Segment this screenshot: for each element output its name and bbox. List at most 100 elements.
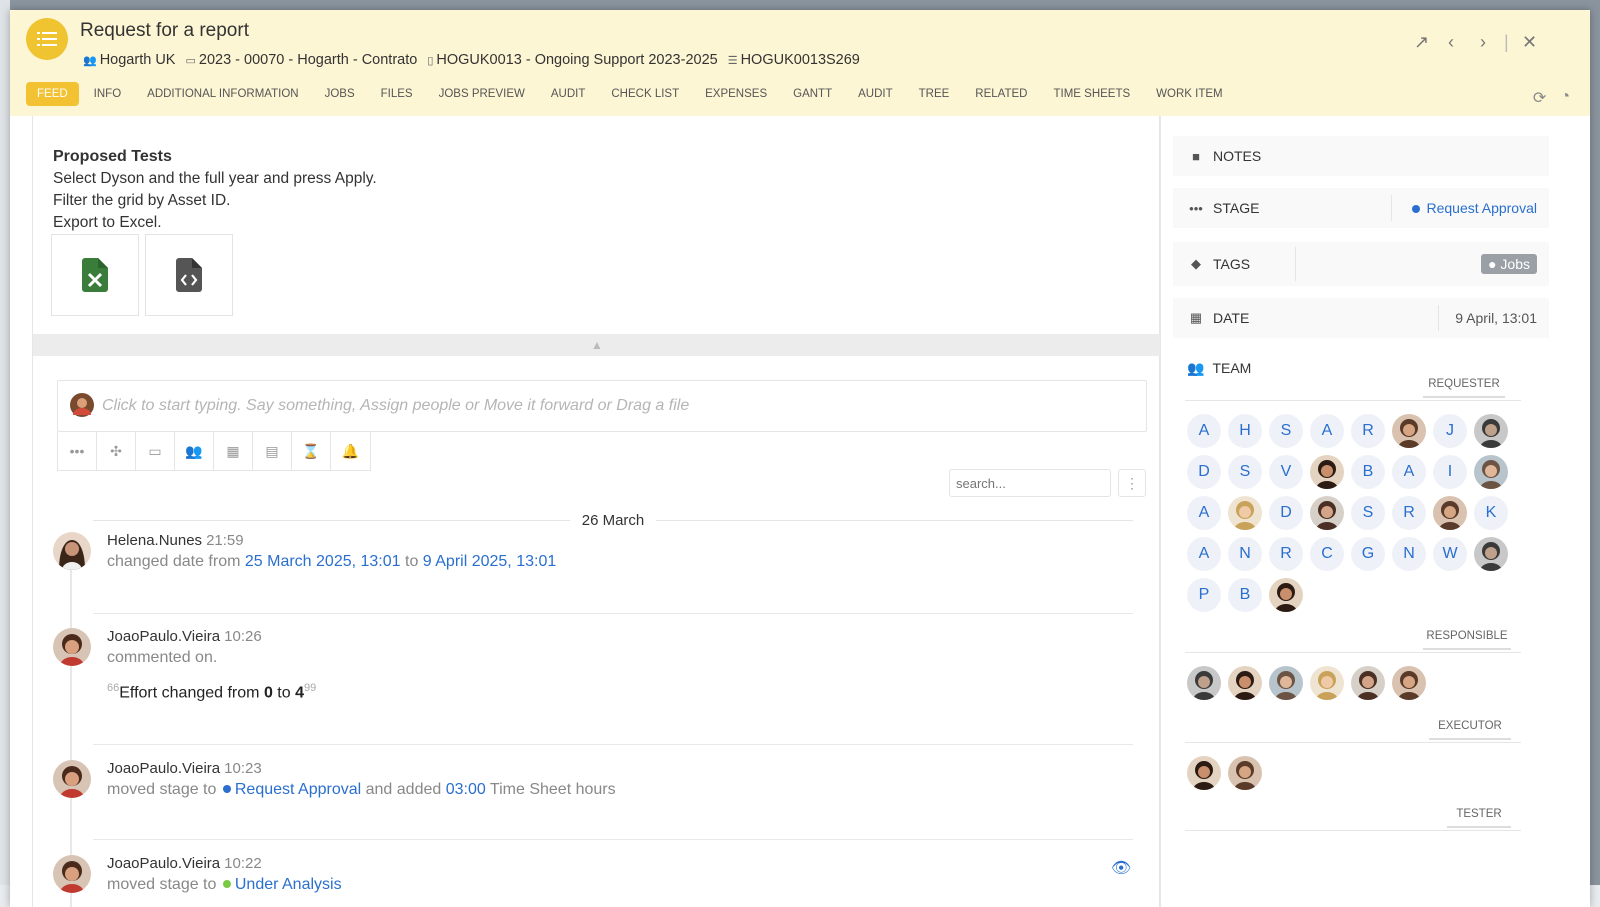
id-card-icon[interactable]: ▤ — [253, 432, 292, 470]
team-member-initial[interactable]: H — [1228, 414, 1262, 448]
refresh-icon[interactable]: ⟳ — [1533, 88, 1546, 108]
team-member-initial[interactable]: D — [1187, 455, 1221, 489]
tab-additional-information[interactable]: ADDITIONAL INFORMATION — [136, 82, 309, 106]
tag-badge[interactable]: ● Jobs — [1481, 254, 1537, 274]
breadcrumb-contract[interactable]: ▭ 2023 - 00070 - Hogarth - Contrato — [185, 52, 417, 68]
attachment-excel[interactable] — [51, 234, 139, 316]
tab-feed[interactable]: FEED — [26, 82, 79, 106]
tab-info[interactable]: INFO — [83, 82, 132, 106]
hourglass-icon[interactable]: ⌛ — [292, 432, 331, 470]
avatar[interactable] — [1228, 666, 1262, 700]
tab-gantt[interactable]: GANTT — [782, 82, 843, 106]
role-tester[interactable]: TESTER — [1447, 808, 1511, 828]
open-external-icon[interactable]: ↗ — [1414, 32, 1429, 53]
team-member-initial[interactable]: W — [1433, 537, 1467, 571]
date-from-link[interactable]: 25 March 2025, 13:01 — [245, 553, 401, 570]
tab-time-sheets[interactable]: TIME SHEETS — [1042, 82, 1141, 106]
feed-search-input[interactable] — [949, 469, 1111, 497]
people-icon[interactable]: 👥 — [175, 432, 214, 470]
team-member-initial[interactable]: D — [1269, 496, 1303, 530]
close-icon[interactable]: ✕ — [1522, 32, 1537, 53]
avatar[interactable] — [1228, 496, 1262, 530]
entry-user[interactable]: JoaoPaulo.Vieira — [107, 628, 220, 645]
team-member-initial[interactable]: R — [1351, 414, 1385, 448]
eye-icon[interactable]: 👁 — [1111, 858, 1131, 878]
date-value[interactable]: 9 April, 13:01 — [1455, 310, 1537, 326]
team-member-initial[interactable]: K — [1474, 496, 1508, 530]
team-member-initial[interactable]: A — [1187, 537, 1221, 571]
chart-pie-icon[interactable]: ◔ — [1560, 88, 1570, 108]
tab-audit[interactable]: AUDIT — [540, 82, 597, 106]
avatar[interactable] — [1474, 455, 1508, 489]
hours-link[interactable]: 03:00 — [446, 781, 486, 798]
avatar[interactable] — [1310, 455, 1344, 489]
team-member-initial[interactable]: V — [1269, 455, 1303, 489]
bell-icon[interactable]: 🔔 — [331, 432, 370, 470]
entry-user[interactable]: JoaoPaulo.Vieira — [107, 855, 220, 872]
team-member-initial[interactable]: A — [1187, 496, 1221, 530]
stage-value[interactable]: Request Approval — [1412, 200, 1537, 216]
team-member-initial[interactable]: B — [1228, 578, 1262, 612]
entry-user[interactable]: JoaoPaulo.Vieira — [107, 760, 220, 777]
team-member-initial[interactable]: G — [1351, 537, 1385, 571]
calendar-icon[interactable]: ▦ — [214, 432, 253, 470]
team-member-initial[interactable]: A — [1392, 455, 1426, 489]
tab-check-list[interactable]: CHECK LIST — [600, 82, 690, 106]
avatar[interactable] — [1392, 414, 1426, 448]
avatar[interactable] — [1269, 666, 1303, 700]
previous-icon[interactable]: ‹ — [1448, 32, 1454, 53]
attachment-code[interactable] — [145, 234, 233, 316]
team-member-initial[interactable]: R — [1269, 537, 1303, 571]
comment-composer[interactable]: Click to start typing. Say something, As… — [57, 380, 1147, 432]
feed-options-icon[interactable]: ⋮ — [1118, 469, 1146, 497]
notes-section[interactable]: ■ NOTES — [1173, 136, 1549, 176]
breadcrumb-client[interactable]: 👥 Hogarth UK — [83, 52, 175, 68]
team-member-initial[interactable]: S — [1228, 455, 1262, 489]
avatar[interactable] — [1474, 537, 1508, 571]
role-requester[interactable]: REQUESTER — [1423, 378, 1505, 398]
tab-jobs[interactable]: JOBS — [314, 82, 366, 106]
team-member-initial[interactable]: N — [1228, 537, 1262, 571]
team-member-initial[interactable]: B — [1351, 455, 1385, 489]
tab-files[interactable]: FILES — [370, 82, 424, 106]
tab-work-item[interactable]: WORK ITEM — [1145, 82, 1233, 106]
avatar[interactable] — [1310, 496, 1344, 530]
avatar[interactable] — [1351, 666, 1385, 700]
team-member-initial[interactable]: A — [1187, 414, 1221, 448]
role-executor[interactable]: EXECUTOR — [1429, 720, 1511, 740]
breadcrumb-project[interactable]: ▯ HOGUK0013 - Ongoing Support 2023-2025 — [427, 52, 717, 68]
team-member-initial[interactable]: S — [1351, 496, 1385, 530]
tab-expenses[interactable]: EXPENSES — [694, 82, 778, 106]
more-icon[interactable]: ••• — [58, 432, 97, 470]
avatar[interactable] — [1310, 666, 1344, 700]
puzzle-icon[interactable]: ✣ — [97, 432, 136, 470]
tab-tree[interactable]: TREE — [908, 82, 961, 106]
avatar[interactable] — [1433, 496, 1467, 530]
team-member-initial[interactable]: R — [1392, 496, 1426, 530]
team-member-initial[interactable]: A — [1310, 414, 1344, 448]
avatar[interactable] — [1228, 756, 1262, 790]
team-member-initial[interactable]: N — [1392, 537, 1426, 571]
team-member-initial[interactable]: C — [1310, 537, 1344, 571]
entry-user[interactable]: Helena.Nunes — [107, 532, 202, 549]
avatar[interactable] — [1187, 666, 1221, 700]
tab-jobs-preview[interactable]: JOBS PREVIEW — [428, 82, 536, 106]
next-icon[interactable]: › — [1480, 32, 1486, 53]
stage-link[interactable]: Under Analysis — [235, 876, 342, 893]
avatar[interactable] — [1187, 756, 1221, 790]
breadcrumb-task[interactable]: ☰ HOGUK0013S269 — [728, 52, 860, 68]
folder-icon[interactable]: ▭ — [136, 432, 175, 470]
avatar[interactable] — [1269, 578, 1303, 612]
date-to-link[interactable]: 9 April 2025, 13:01 — [423, 553, 556, 570]
team-member-initial[interactable]: P — [1187, 578, 1221, 612]
tab-related[interactable]: RELATED — [964, 82, 1038, 106]
tab-audit-2[interactable]: AUDIT — [847, 82, 904, 106]
avatar[interactable] — [1392, 666, 1426, 700]
team-member-initial[interactable]: S — [1269, 414, 1303, 448]
avatar[interactable] — [1474, 414, 1508, 448]
role-responsible[interactable]: RESPONSIBLE — [1423, 630, 1511, 650]
collapse-toggle[interactable]: ▲ — [33, 334, 1161, 356]
team-member-initial[interactable]: I — [1433, 455, 1467, 489]
stage-link[interactable]: Request Approval — [235, 781, 361, 798]
team-member-initial[interactable]: J — [1433, 414, 1467, 448]
